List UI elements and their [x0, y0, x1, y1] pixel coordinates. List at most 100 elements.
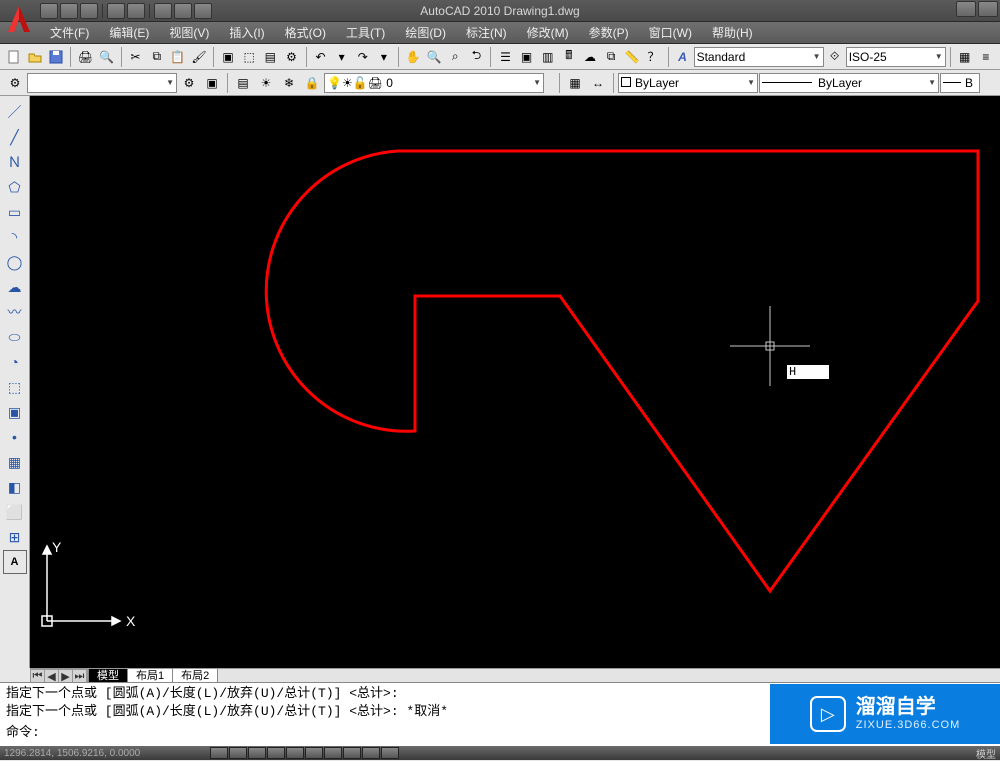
dyn-toggle[interactable] [343, 747, 361, 759]
tab-prev-icon[interactable]: ◀ [45, 670, 59, 682]
zoom-prev-icon[interactable]: ⮌ [466, 46, 486, 68]
table-icon[interactable]: ⊞ [3, 525, 27, 549]
match-icon[interactable]: 🖌 [189, 46, 209, 68]
help-dropdown-icon[interactable] [978, 1, 998, 17]
ortho-toggle[interactable] [248, 747, 266, 759]
dynamic-input[interactable] [786, 364, 830, 380]
qp-toggle[interactable] [381, 747, 399, 759]
dim-style-icon[interactable]: ⟐ [825, 46, 845, 68]
color-select[interactable]: ByLayer ▼ [618, 73, 758, 93]
menu-help[interactable]: 帮助(H) [702, 24, 763, 41]
menu-tools[interactable]: 工具(T) [336, 24, 395, 41]
undo-menu-icon[interactable]: ▾ [332, 46, 352, 68]
calc-icon[interactable]: 🖩 [559, 46, 579, 68]
redo-icon[interactable]: ↷ [353, 46, 373, 68]
undo-icon[interactable]: ↶ [310, 46, 330, 68]
tab-nav[interactable]: ⏮ ◀ ▶ ⏭ [30, 669, 88, 683]
menu-param[interactable]: 参数(P) [579, 24, 639, 41]
block-icon[interactable]: ▣ [218, 46, 238, 68]
hatch-icon[interactable]: ▦ [3, 450, 27, 474]
layer-props-icon[interactable]: ▤ [232, 72, 254, 94]
menu-dim[interactable]: 标注(N) [456, 24, 517, 41]
menu-edit[interactable]: 编辑(E) [99, 24, 159, 41]
open-icon[interactable] [25, 46, 45, 68]
xref-icon[interactable]: ⬚ [239, 46, 259, 68]
qselect-icon[interactable]: ⧉ [601, 46, 621, 68]
menu-insert[interactable]: 插入(I) [219, 24, 274, 41]
tool-icon[interactable]: ⚙ [281, 46, 301, 68]
pline-icon[interactable]: Ｎ [3, 150, 27, 174]
grid-toggle[interactable] [229, 747, 247, 759]
status-space[interactable]: 模型 [976, 746, 996, 761]
drawing-canvas[interactable]: X Y [30, 96, 1000, 668]
osnap-toggle[interactable] [286, 747, 304, 759]
linetype-select[interactable]: B [940, 73, 980, 93]
xline-icon[interactable]: ╱ [3, 125, 27, 149]
arc-icon[interactable]: ◝ [3, 225, 27, 249]
zoom-win-icon[interactable]: ⌕ [445, 46, 465, 68]
copy-icon[interactable]: ⧉ [147, 46, 167, 68]
gradient-icon[interactable]: ◧ [3, 475, 27, 499]
sheet-icon[interactable]: ▤ [260, 46, 280, 68]
tab-first-icon[interactable]: ⏮ [31, 670, 45, 682]
cut-icon[interactable]: ✂ [126, 46, 146, 68]
snap-toggle[interactable] [210, 747, 228, 759]
layer-select[interactable]: 💡☀🔓🖨 0 ▼ [324, 73, 544, 93]
menu-view[interactable]: 视图(V) [159, 24, 219, 41]
tab-layout1[interactable]: 布局1 [127, 669, 173, 683]
insert-icon[interactable]: ⬚ [3, 375, 27, 399]
menu-file[interactable]: 文件(F) [40, 24, 99, 41]
line-icon[interactable]: ／ [3, 100, 27, 124]
layer-freeze-icon[interactable]: ❄ [278, 72, 300, 94]
layer-lock-icon[interactable]: 🔒 [301, 72, 323, 94]
spline-icon[interactable]: 〰 [3, 300, 27, 324]
circle-icon[interactable]: ◯ [3, 250, 27, 274]
ducs-toggle[interactable] [324, 747, 342, 759]
workspace-select[interactable]: ▼ [27, 73, 177, 93]
tab-layout2[interactable]: 布局2 [172, 669, 218, 683]
properties-icon[interactable]: ☰ [495, 46, 515, 68]
print-preview-icon[interactable]: 🔍 [96, 46, 116, 68]
toolpalette-icon[interactable]: ▥ [538, 46, 558, 68]
mtext-icon[interactable]: A [3, 550, 27, 574]
measure-icon[interactable]: 📏 [622, 46, 642, 68]
app-logo[interactable] [2, 2, 36, 36]
save-icon[interactable] [46, 46, 66, 68]
block-icon[interactable]: ▣ [3, 400, 27, 424]
tab-next-icon[interactable]: ▶ [59, 670, 73, 682]
layermatch-icon[interactable]: ↔ [587, 72, 609, 94]
table-style-icon[interactable]: ▦ [955, 46, 975, 68]
polar-toggle[interactable] [267, 747, 285, 759]
markup-icon[interactable]: ☁ [580, 46, 600, 68]
revcloud-icon[interactable]: ☁ [3, 275, 27, 299]
otrack-toggle[interactable] [305, 747, 323, 759]
explorer-icon[interactable]: ▣ [201, 72, 223, 94]
point-icon[interactable]: • [3, 425, 27, 449]
layeriso-icon[interactable]: ▦ [564, 72, 586, 94]
pan-icon[interactable]: ✋ [403, 46, 423, 68]
tab-model[interactable]: 模型 [88, 669, 128, 683]
lwt-toggle[interactable] [362, 747, 380, 759]
new-icon[interactable] [4, 46, 24, 68]
mtext-icon[interactable]: ≡ [976, 46, 996, 68]
ellipsearc-icon[interactable]: ◔ [3, 350, 27, 374]
text-style-icon[interactable]: A [672, 46, 692, 68]
dim-style-select[interactable]: ISO-25 ▼ [846, 47, 946, 67]
region-icon[interactable]: ⬜ [3, 500, 27, 524]
print-icon[interactable]: 🖨 [75, 46, 95, 68]
keyboard-icon[interactable] [956, 1, 976, 17]
rectangle-icon[interactable]: ▭ [3, 200, 27, 224]
layer-sun-icon[interactable]: ☀ [255, 72, 277, 94]
menu-format[interactable]: 格式(O) [275, 24, 336, 41]
menu-modify[interactable]: 修改(M) [517, 24, 579, 41]
tab-last-icon[interactable]: ⏭ [73, 670, 87, 682]
help-icon[interactable]: ？ [643, 46, 663, 68]
text-style-select[interactable]: Standard ▼ [694, 47, 824, 67]
ellipse-icon[interactable]: ⬭ [3, 325, 27, 349]
paste-icon[interactable]: 📋 [168, 46, 188, 68]
menu-window[interactable]: 窗口(W) [639, 24, 702, 41]
ws-save-icon[interactable]: ⚙ [178, 72, 200, 94]
polygon-icon[interactable]: ⬠ [3, 175, 27, 199]
ws-icon[interactable]: ⚙ [4, 72, 26, 94]
lineweight-select[interactable]: ByLayer ▼ [759, 73, 939, 93]
